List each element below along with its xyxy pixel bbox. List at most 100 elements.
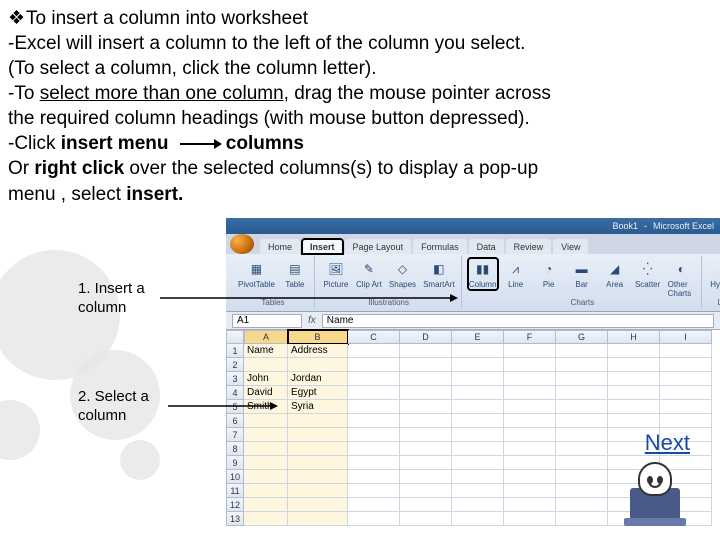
cell[interactable]	[504, 386, 556, 400]
cell[interactable]	[348, 442, 400, 456]
cell[interactable]	[660, 386, 712, 400]
col-header-B[interactable]: B	[288, 330, 348, 344]
cell[interactable]	[348, 456, 400, 470]
ribbon-other-charts[interactable]: ◐Other Charts	[666, 258, 698, 299]
cell[interactable]	[504, 498, 556, 512]
row-header[interactable]: 10	[226, 470, 244, 484]
cell[interactable]	[400, 358, 452, 372]
cell[interactable]	[348, 344, 400, 358]
cell[interactable]	[348, 400, 400, 414]
cell[interactable]	[244, 512, 288, 526]
cell[interactable]	[504, 470, 556, 484]
ribbon-line[interactable]: ⩘Line	[501, 258, 531, 290]
cell[interactable]	[452, 386, 504, 400]
cell[interactable]	[660, 400, 712, 414]
col-header-D[interactable]: D	[400, 330, 452, 344]
cell[interactable]	[348, 512, 400, 526]
row-header[interactable]: 9	[226, 456, 244, 470]
cell[interactable]	[504, 456, 556, 470]
cell[interactable]	[608, 386, 660, 400]
cell[interactable]	[556, 344, 608, 358]
cell[interactable]	[244, 498, 288, 512]
col-header-F[interactable]: F	[504, 330, 556, 344]
row-header[interactable]: 8	[226, 442, 244, 456]
cell[interactable]	[556, 484, 608, 498]
cell[interactable]	[452, 456, 504, 470]
cell[interactable]	[504, 442, 556, 456]
cell[interactable]	[400, 372, 452, 386]
cell[interactable]	[452, 512, 504, 526]
cell[interactable]: Address	[288, 344, 348, 358]
cell[interactable]	[348, 386, 400, 400]
ribbon-pie[interactable]: ◔Pie	[534, 258, 564, 290]
cell[interactable]	[504, 344, 556, 358]
row-header[interactable]: 1	[226, 344, 244, 358]
cell[interactable]	[660, 358, 712, 372]
row-header[interactable]: 12	[226, 498, 244, 512]
cell[interactable]: John	[244, 372, 288, 386]
cell[interactable]	[452, 414, 504, 428]
ribbon-area[interactable]: ◢Area	[600, 258, 630, 290]
cell[interactable]	[452, 442, 504, 456]
row-header[interactable]: 11	[226, 484, 244, 498]
cell[interactable]	[288, 456, 348, 470]
ribbon-picture[interactable]: 🖼Picture	[321, 258, 351, 290]
office-button[interactable]	[230, 234, 254, 254]
cell[interactable]	[348, 414, 400, 428]
cell[interactable]	[288, 428, 348, 442]
cell[interactable]	[608, 400, 660, 414]
tab-insert[interactable]: Insert	[302, 239, 343, 254]
cell[interactable]	[400, 498, 452, 512]
cell[interactable]	[504, 414, 556, 428]
cell[interactable]	[556, 372, 608, 386]
cell[interactable]	[288, 470, 348, 484]
next-link[interactable]: Next	[645, 430, 690, 456]
cell[interactable]	[504, 372, 556, 386]
cell[interactable]	[556, 456, 608, 470]
cell[interactable]	[608, 344, 660, 358]
cell[interactable]	[244, 428, 288, 442]
cell[interactable]: Egypt	[288, 386, 348, 400]
cell[interactable]	[348, 498, 400, 512]
cell[interactable]	[660, 414, 712, 428]
tab-formulas[interactable]: Formulas	[413, 239, 467, 254]
cell[interactable]	[244, 456, 288, 470]
col-header-A[interactable]: A	[244, 330, 288, 344]
cell[interactable]	[244, 358, 288, 372]
select-all-corner[interactable]	[226, 330, 244, 344]
cell[interactable]	[504, 358, 556, 372]
cell[interactable]	[452, 428, 504, 442]
cell[interactable]	[244, 470, 288, 484]
cell[interactable]	[400, 484, 452, 498]
ribbon-column[interactable]: ▮▮Column	[468, 258, 498, 290]
cell[interactable]	[452, 470, 504, 484]
row-header[interactable]: 2	[226, 358, 244, 372]
cell[interactable]	[660, 372, 712, 386]
cell[interactable]	[556, 414, 608, 428]
cell[interactable]	[452, 344, 504, 358]
cell[interactable]	[400, 456, 452, 470]
row-header[interactable]: 7	[226, 428, 244, 442]
ribbon-shapes[interactable]: ◇Shapes	[387, 258, 418, 290]
fx-icon[interactable]: fx	[308, 315, 316, 326]
cell[interactable]	[400, 386, 452, 400]
cell[interactable]	[660, 344, 712, 358]
cell[interactable]	[452, 484, 504, 498]
cell[interactable]	[348, 372, 400, 386]
row-header[interactable]: 13	[226, 512, 244, 526]
cell[interactable]	[400, 414, 452, 428]
cell[interactable]	[348, 470, 400, 484]
cell[interactable]	[348, 358, 400, 372]
cell[interactable]	[400, 400, 452, 414]
ribbon-table[interactable]: ▤Table	[280, 258, 310, 290]
cell[interactable]	[608, 358, 660, 372]
cell[interactable]	[608, 372, 660, 386]
cell[interactable]	[288, 484, 348, 498]
cell[interactable]: Syria	[288, 400, 348, 414]
cell[interactable]	[288, 414, 348, 428]
cell[interactable]	[288, 442, 348, 456]
cell[interactable]	[556, 470, 608, 484]
ribbon-scatter[interactable]: ⁛Scatter	[633, 258, 663, 290]
col-header-H[interactable]: H	[608, 330, 660, 344]
tab-review[interactable]: Review	[506, 239, 552, 254]
